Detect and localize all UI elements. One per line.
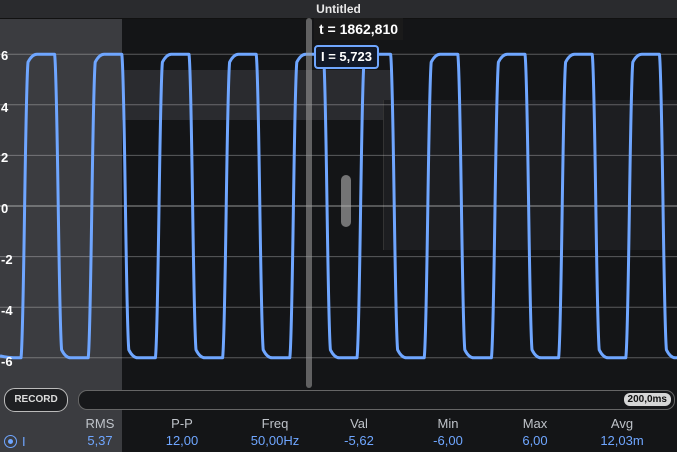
stat-val: Val -5,62 xyxy=(319,416,399,448)
cursor-value-readout: I = 5,723 xyxy=(314,45,379,69)
scroll-handle[interactable] xyxy=(341,175,351,227)
stat-freq: Freq 50,00Hz xyxy=(235,416,315,448)
record-button[interactable]: RECORD xyxy=(4,388,68,412)
stat-label: Val xyxy=(350,416,368,431)
stat-value: 5,37 xyxy=(87,433,113,448)
stat-value: 12,03m xyxy=(600,433,644,448)
stat-avg: Avg 12,03m xyxy=(582,416,662,448)
stat-label: RMS xyxy=(85,416,115,431)
timeline-scrubber[interactable]: 200,0ms xyxy=(78,390,675,410)
stat-value: 6,00 xyxy=(522,433,548,448)
y-tick-label: -2 xyxy=(1,252,13,267)
timeline-window-label: 200,0ms xyxy=(623,393,671,406)
window-title: Untitled xyxy=(316,2,361,16)
y-tick-label: 2 xyxy=(1,150,9,165)
cursor-time-readout: t = 1862,810 xyxy=(314,18,404,40)
stat-value: -5,62 xyxy=(344,433,374,448)
channel-label: I xyxy=(22,434,26,449)
stat-rms: RMS 5,37 xyxy=(60,416,140,448)
y-tick-label: -4 xyxy=(1,303,13,318)
gridlines xyxy=(0,53,677,359)
stat-value: 50,00Hz xyxy=(250,433,300,448)
y-tick-label: 4 xyxy=(1,100,9,115)
stat-max: Max 6,00 xyxy=(495,416,575,448)
title-bar: Untitled xyxy=(0,0,677,19)
channel-selector[interactable]: I xyxy=(4,434,26,449)
stat-label: Max xyxy=(522,416,548,431)
stat-label: Min xyxy=(437,416,459,431)
time-cursor[interactable] xyxy=(306,18,312,388)
stat-value: -6,00 xyxy=(433,433,463,448)
channel-radio-icon[interactable] xyxy=(4,435,17,448)
stat-label: P-P xyxy=(171,416,193,431)
stat-label: Freq xyxy=(261,416,289,431)
y-tick-label: -6 xyxy=(1,354,13,369)
y-tick-label: 6 xyxy=(1,48,9,63)
stat-pp: P-P 12,00 xyxy=(142,416,222,448)
y-tick-label: 0 xyxy=(1,201,9,216)
stat-label: Avg xyxy=(610,416,634,431)
stat-min: Min -6,00 xyxy=(408,416,488,448)
stat-value: 12,00 xyxy=(165,433,199,448)
